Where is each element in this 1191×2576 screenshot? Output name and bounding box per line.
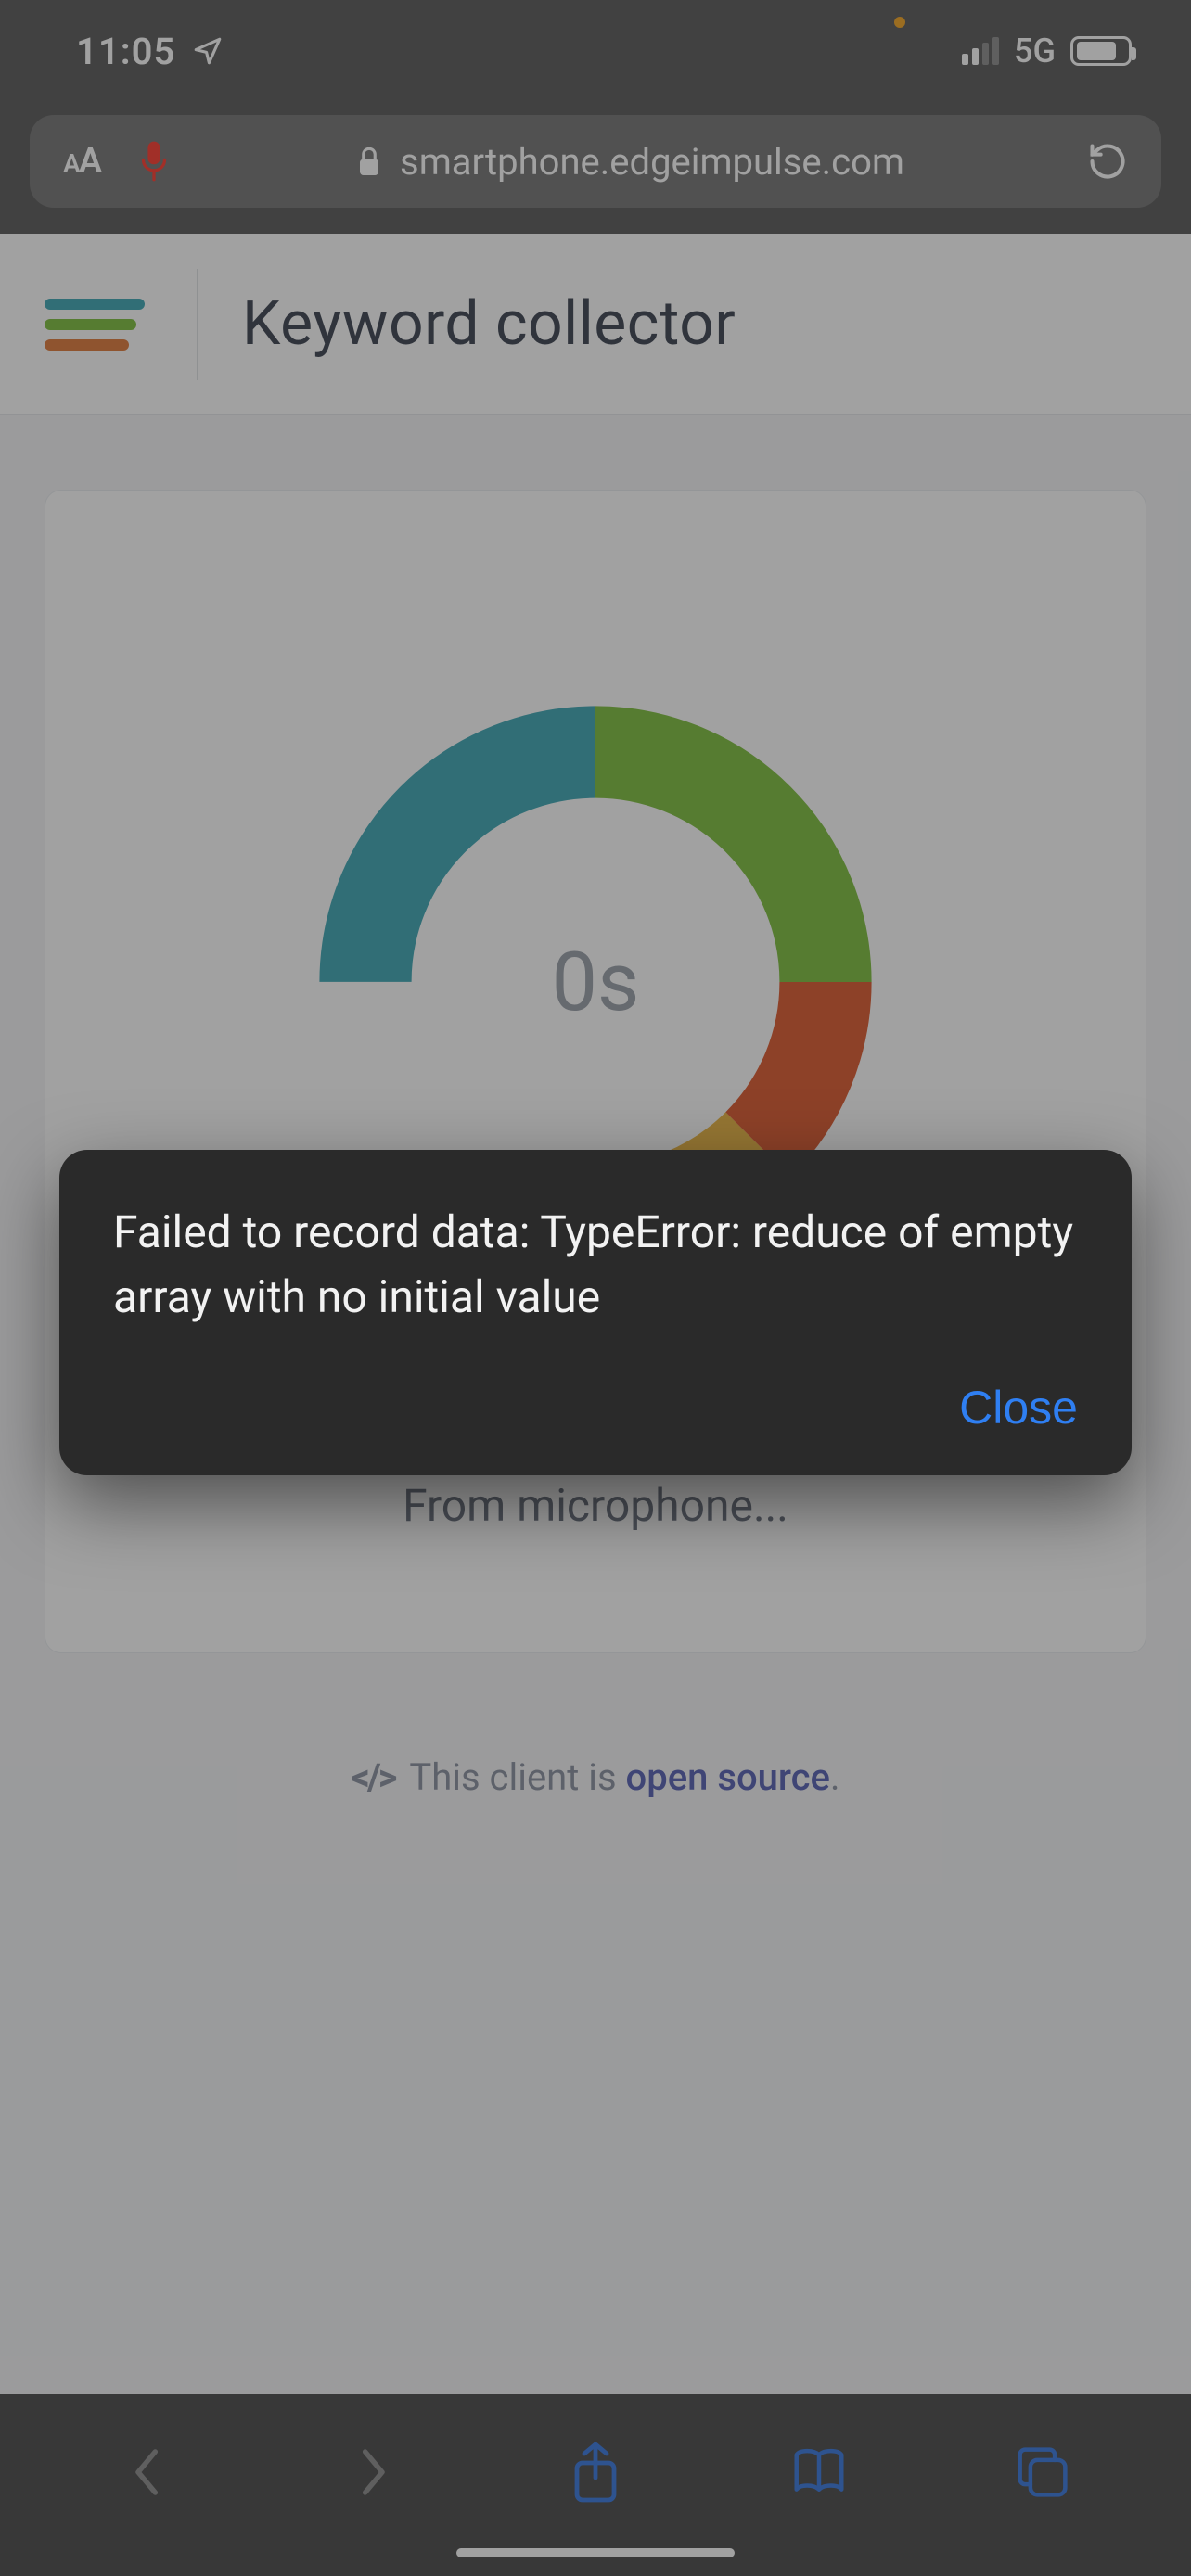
screen: 11:05 5G AA smartphone.edgeimpuls xyxy=(0,0,1191,2576)
error-alert: Failed to record data: TypeError: reduce… xyxy=(59,1150,1132,1475)
alert-close-button[interactable]: Close xyxy=(959,1381,1078,1435)
alert-message: Failed to record data: TypeError: reduce… xyxy=(113,1200,1078,1329)
